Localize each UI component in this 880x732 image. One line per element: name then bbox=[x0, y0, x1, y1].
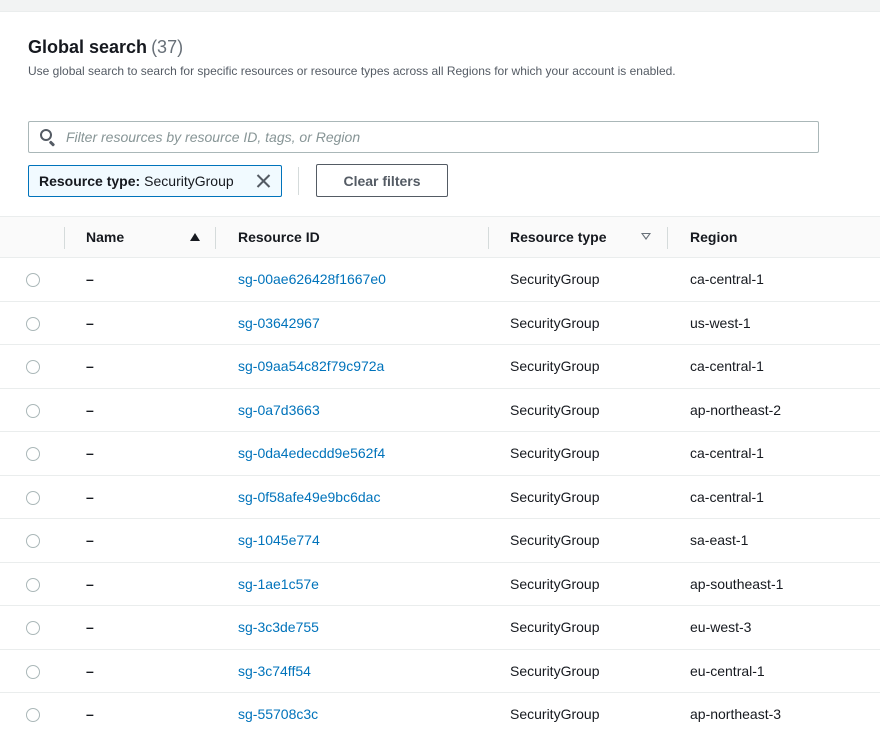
cell-resource-id-link[interactable]: sg-3c74ff54 bbox=[238, 650, 311, 693]
cell-name: – bbox=[86, 401, 94, 418]
table-row[interactable]: – sg-3c74ff54 SecurityGroup eu-central-1 bbox=[0, 649, 880, 693]
table-row[interactable]: – sg-1045e774 SecurityGroup sa-east-1 bbox=[0, 519, 880, 563]
cell-resource-type: SecurityGroup bbox=[510, 706, 600, 722]
cell-name: – bbox=[86, 358, 94, 374]
column-header-region: Region bbox=[690, 229, 738, 245]
cell-resource-id-link[interactable]: sg-0f58afe49e9bc6dac bbox=[238, 476, 380, 519]
column-separator bbox=[215, 227, 216, 249]
cell-resource-id-link[interactable]: sg-0a7d3663 bbox=[238, 389, 320, 432]
cell-resource-id-link[interactable]: sg-09aa54c82f79c972a bbox=[238, 345, 384, 388]
table-row[interactable]: – sg-09aa54c82f79c972a SecurityGroup ca-… bbox=[0, 345, 880, 389]
column-separator bbox=[667, 227, 668, 249]
row-radio[interactable] bbox=[26, 708, 40, 722]
cell-resource-type: SecurityGroup bbox=[510, 575, 600, 592]
cell-resource-type: SecurityGroup bbox=[510, 445, 600, 461]
cell-resource-type: SecurityGroup bbox=[510, 401, 600, 418]
cell-resource-id-link[interactable]: sg-00ae626428f1667e0 bbox=[238, 258, 386, 301]
table-row[interactable]: – sg-0a7d3663 SecurityGroup ap-northeast… bbox=[0, 388, 880, 432]
search-input[interactable] bbox=[66, 129, 766, 145]
cell-region: ca-central-1 bbox=[690, 445, 764, 461]
close-icon[interactable] bbox=[255, 173, 271, 189]
column-header-resource-type[interactable]: Resource type bbox=[510, 217, 606, 257]
clear-filters-button[interactable]: Clear filters bbox=[316, 164, 448, 197]
cell-region: sa-east-1 bbox=[690, 532, 749, 548]
filter-token-key: Resource type: bbox=[39, 173, 141, 189]
cell-name: – bbox=[86, 619, 94, 635]
cell-region: ap-northeast-3 bbox=[690, 706, 782, 722]
page-description: Use global search to search for specific… bbox=[28, 64, 676, 78]
table-row[interactable]: – sg-3c3de755 SecurityGroup eu-west-3 bbox=[0, 606, 880, 650]
row-radio[interactable] bbox=[26, 403, 40, 418]
cell-resource-type: SecurityGroup bbox=[510, 662, 600, 679]
column-header-resource-id[interactable]: Resource ID bbox=[238, 217, 320, 257]
cell-resource-type: SecurityGroup bbox=[510, 314, 600, 331]
cell-name: – bbox=[86, 706, 94, 722]
row-radio[interactable] bbox=[26, 664, 40, 679]
filter-token-value: SecurityGroup bbox=[144, 173, 234, 189]
row-radio[interactable] bbox=[26, 316, 40, 331]
row-radio[interactable] bbox=[26, 273, 40, 287]
row-radio[interactable] bbox=[26, 577, 40, 592]
toolbar-divider bbox=[298, 167, 299, 195]
cell-region: ca-central-1 bbox=[690, 488, 764, 505]
table-header: Name Resource ID Resource type Region bbox=[0, 216, 880, 258]
cell-name: – bbox=[86, 314, 94, 331]
cell-resource-id-link[interactable]: sg-55708c3c bbox=[238, 693, 318, 732]
row-radio[interactable] bbox=[26, 360, 40, 374]
page-title: Global search (37) bbox=[28, 36, 868, 58]
cell-resource-type: SecurityGroup bbox=[510, 358, 600, 374]
row-radio[interactable] bbox=[26, 490, 40, 505]
cell-region: eu-west-3 bbox=[690, 619, 752, 635]
cell-name: – bbox=[86, 488, 94, 505]
table-row[interactable]: – sg-55708c3c SecurityGroup ap-northeast… bbox=[0, 693, 880, 732]
cell-name: – bbox=[86, 575, 94, 592]
cell-resource-type: SecurityGroup bbox=[510, 271, 600, 287]
cell-resource-id-link[interactable]: sg-03642967 bbox=[238, 302, 320, 345]
cell-name: – bbox=[86, 271, 94, 287]
result-count: (37) bbox=[151, 37, 184, 57]
sort-ascending-icon[interactable] bbox=[190, 233, 200, 241]
table-row[interactable]: – sg-03642967 SecurityGroup us-west-1 bbox=[0, 301, 880, 345]
cell-name: – bbox=[86, 662, 94, 679]
column-separator bbox=[64, 227, 65, 249]
cell-resource-type: SecurityGroup bbox=[510, 619, 600, 635]
cell-name: – bbox=[86, 532, 94, 548]
table-row[interactable]: – sg-0f58afe49e9bc6dac SecurityGroup ca-… bbox=[0, 475, 880, 519]
cell-region: ap-southeast-1 bbox=[690, 575, 784, 592]
sort-descending-icon[interactable] bbox=[641, 233, 651, 240]
cell-region: ap-northeast-2 bbox=[690, 401, 782, 418]
search-icon bbox=[39, 128, 57, 147]
column-header-name[interactable]: Name bbox=[86, 217, 124, 257]
row-radio[interactable] bbox=[26, 534, 40, 548]
row-radio[interactable] bbox=[26, 447, 40, 461]
cell-resource-id-link[interactable]: sg-1ae1c57e bbox=[238, 563, 319, 606]
top-strip bbox=[0, 0, 880, 12]
cell-resource-type: SecurityGroup bbox=[510, 488, 600, 505]
row-radio[interactable] bbox=[26, 621, 40, 635]
page-header: Global search (37) Use global search to s… bbox=[28, 36, 868, 79]
cell-region: eu-central-1 bbox=[690, 662, 765, 679]
table-row[interactable]: – sg-1ae1c57e SecurityGroup ap-southeast… bbox=[0, 562, 880, 606]
cell-resource-id-link[interactable]: sg-0da4edecdd9e562f4 bbox=[238, 432, 385, 475]
search-box[interactable] bbox=[28, 121, 819, 153]
results-table: Name Resource ID Resource type Region – … bbox=[0, 216, 880, 732]
cell-resource-id-link[interactable]: sg-3c3de755 bbox=[238, 606, 319, 649]
cell-region: us-west-1 bbox=[690, 314, 751, 331]
cell-resource-type: SecurityGroup bbox=[510, 532, 600, 548]
cell-region: ca-central-1 bbox=[690, 358, 764, 374]
cell-region: ca-central-1 bbox=[690, 271, 764, 287]
filter-token-resource-type: Resource type: SecurityGroup bbox=[28, 165, 282, 197]
cell-resource-id-link[interactable]: sg-1045e774 bbox=[238, 519, 320, 562]
page-title-text: Global search bbox=[28, 37, 148, 57]
table-row[interactable]: – sg-00ae626428f1667e0 SecurityGroup ca-… bbox=[0, 258, 880, 302]
column-separator bbox=[488, 227, 489, 249]
cell-name: – bbox=[86, 445, 94, 461]
table-row[interactable]: – sg-0da4edecdd9e562f4 SecurityGroup ca-… bbox=[0, 432, 880, 476]
